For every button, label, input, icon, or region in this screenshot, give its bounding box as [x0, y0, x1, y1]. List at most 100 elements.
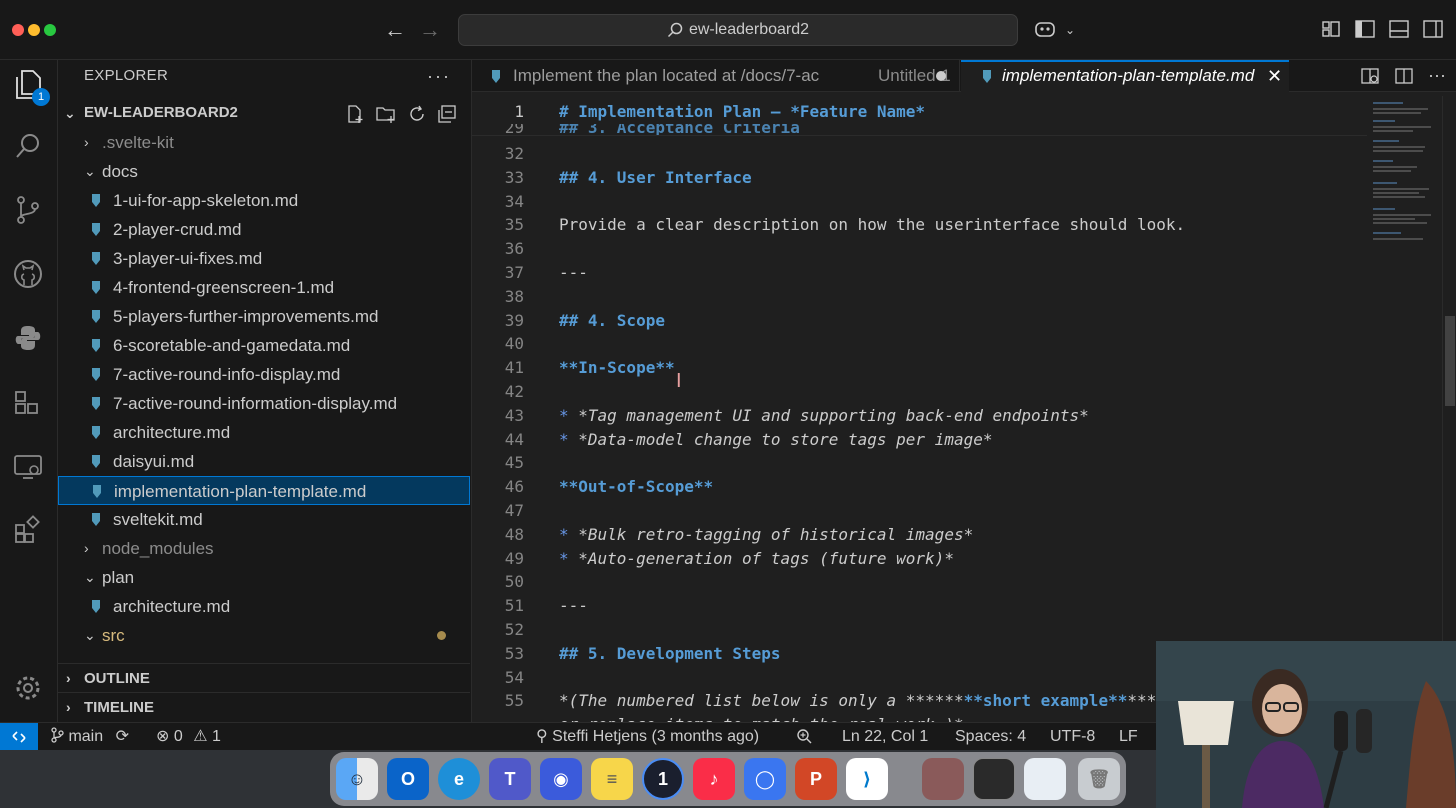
tree-item-label: 7-active-round-information-display.md — [113, 394, 398, 413]
tab-label: Implement the plan located at /docs/7-ac — [513, 66, 820, 85]
close-window-button[interactable] — [12, 24, 24, 36]
split-editor-icon[interactable] — [1394, 66, 1414, 86]
toggle-panel-icon[interactable] — [1388, 18, 1410, 40]
tree-folder[interactable]: › node_modules — [58, 534, 470, 563]
token: * — [559, 429, 579, 449]
finder-icon[interactable]: ☺ — [336, 758, 378, 800]
new-file-icon[interactable] — [345, 104, 365, 124]
timeline-section[interactable]: › TIMELINE — [58, 692, 470, 721]
source-control-icon[interactable] — [8, 190, 48, 230]
tree-file[interactable]: 2-player-crud.md — [58, 215, 470, 244]
notes-icon[interactable]: ≡ — [591, 758, 633, 800]
markdown-icon — [92, 310, 100, 323]
tree-file[interactable]: daisyui.md — [58, 447, 470, 476]
token: * — [559, 548, 579, 568]
tree-file[interactable]: 4-frontend-greenscreen-1.md — [58, 273, 470, 302]
tree-file[interactable]: 3-player-ui-fixes.md — [58, 244, 470, 273]
more-actions-icon[interactable]: ··· — [1428, 66, 1446, 86]
chevron-down-icon: ⌄ — [84, 163, 96, 179]
unsaved-dot-icon[interactable] — [936, 71, 946, 81]
line-content: ## 4. User Interface — [559, 166, 752, 190]
signal-icon[interactable]: ◯ — [744, 758, 786, 800]
sync-icon[interactable]: ⟳ — [116, 728, 129, 745]
tree-file[interactable]: implementation-plan-template.md — [58, 476, 470, 505]
tree-file[interactable]: 7-active-round-information-display.md — [58, 389, 470, 418]
copilot-icon[interactable] — [1034, 18, 1056, 40]
error-icon: ⊗ — [156, 728, 170, 745]
tree-folder[interactable]: › .svelte-kit — [58, 128, 470, 157]
python-icon[interactable] — [8, 318, 48, 358]
copilot-app-icon[interactable]: ◉ — [540, 758, 582, 800]
scrollbar-thumb[interactable] — [1445, 316, 1455, 406]
code-editor[interactable]: 29 ## 3. Acceptance Criteria 1 # Impleme… — [472, 100, 1367, 722]
tree-folder[interactable]: ⌄ docs — [58, 157, 470, 186]
line-number: 46 — [504, 477, 524, 497]
timeline-title: TIMELINE — [84, 699, 154, 716]
tree-file[interactable]: 7-active-round-info-display.md — [58, 360, 470, 389]
explorer-icon[interactable]: 1 — [8, 64, 50, 106]
customize-layout-icon[interactable] — [1320, 18, 1342, 40]
back-arrow-icon[interactable]: ← — [381, 16, 409, 44]
zoom-window-button[interactable] — [44, 24, 56, 36]
tree-file[interactable]: 5-players-further-improvements.md — [58, 302, 470, 331]
tree-file[interactable]: sveltekit.md — [58, 505, 470, 534]
branch-indicator[interactable]: main ⟳ — [50, 723, 129, 750]
problems-indicator[interactable]: ⊗ 0 ⚠ 1 — [156, 723, 221, 750]
tab-implementation-plan-template[interactable]: implementation-plan-template.md ✕ — [961, 60, 1289, 92]
tree-folder[interactable]: ⌄ src — [58, 621, 470, 650]
collapse-all-icon[interactable] — [437, 104, 457, 124]
refresh-icon[interactable] — [407, 104, 427, 124]
teams-icon[interactable]: T — [489, 758, 531, 800]
token: **short example** — [963, 691, 1128, 711]
minimap[interactable] — [1367, 96, 1442, 722]
edge-icon[interactable]: e — [438, 758, 480, 800]
remote-indicator-icon[interactable] — [0, 723, 38, 750]
extensions-icon[interactable] — [8, 382, 48, 422]
tab-untitled-1[interactable]: Implement the plan located at /docs/7-ac… — [472, 60, 960, 92]
git-blame[interactable]: ⚲ Steffi Hetjens (3 months ago) — [536, 723, 759, 750]
cursor-position[interactable]: Ln 22, Col 1 — [842, 723, 928, 750]
photos-stack-icon[interactable] — [922, 758, 964, 800]
toggle-secondary-sidebar-icon[interactable] — [1422, 18, 1444, 40]
1password-icon[interactable]: 1 — [642, 758, 684, 800]
settings-gear-icon[interactable] — [8, 668, 48, 708]
outline-section[interactable]: › OUTLINE — [58, 663, 470, 692]
indentation[interactable]: Spaces: 4 — [955, 723, 1026, 750]
tab-bar: Implement the plan located at /docs/7-ac… — [472, 60, 1456, 92]
preview-stack-icon[interactable] — [1024, 758, 1066, 800]
vscode-icon[interactable]: ⟩ — [846, 758, 888, 800]
end-of-line[interactable]: LF — [1119, 723, 1138, 750]
editor-scrollbar[interactable] — [1442, 96, 1456, 722]
toggle-primary-sidebar-icon[interactable] — [1354, 18, 1376, 40]
new-folder-icon[interactable] — [375, 104, 397, 124]
trash-icon[interactable]: 🗑 — [1078, 758, 1120, 800]
extensions-marketplace-icon[interactable] — [8, 510, 48, 550]
forward-arrow-icon[interactable]: → — [416, 16, 444, 44]
line-number: 48 — [504, 524, 524, 544]
minimize-window-button[interactable] — [28, 24, 40, 36]
tree-folder[interactable]: ⌄ plan — [58, 563, 470, 592]
outlook-icon[interactable]: O — [387, 758, 429, 800]
tree-file[interactable]: 6-scoretable-and-gamedata.md — [58, 331, 470, 360]
chevron-down-icon[interactable]: ⌄ — [1056, 16, 1084, 44]
close-tab-icon[interactable]: ✕ — [1267, 62, 1282, 92]
github-icon[interactable] — [8, 254, 48, 294]
workspace-section-header[interactable]: ⌄ EW-LEADERBOARD2 — [58, 98, 471, 128]
window-stack-icon[interactable] — [973, 758, 1015, 800]
command-center-search[interactable]: ew-leaderboard2 — [458, 14, 1018, 46]
encoding[interactable]: UTF-8 — [1050, 723, 1095, 750]
sticky-scroll-header[interactable]: 29 ## 3. Acceptance Criteria 1 # Impleme… — [472, 100, 1367, 136]
zoom-icon[interactable] — [796, 723, 812, 750]
remote-explorer-icon[interactable] — [8, 446, 48, 486]
powerpoint-icon[interactable]: P — [795, 758, 837, 800]
more-actions-icon[interactable]: ··· — [427, 60, 451, 92]
open-preview-icon[interactable] — [1360, 66, 1380, 86]
tree-file[interactable]: 1-ui-for-app-skeleton.md — [58, 186, 470, 215]
tree-file[interactable]: architecture.md — [58, 592, 470, 621]
tree-file[interactable]: architecture.md — [58, 418, 470, 447]
markdown-icon — [92, 397, 100, 410]
search-icon[interactable] — [8, 126, 48, 166]
line-content: ## 5. Development Steps — [559, 642, 781, 666]
music-icon[interactable]: ♪ — [693, 758, 735, 800]
chevron-right-icon: › — [66, 670, 71, 686]
